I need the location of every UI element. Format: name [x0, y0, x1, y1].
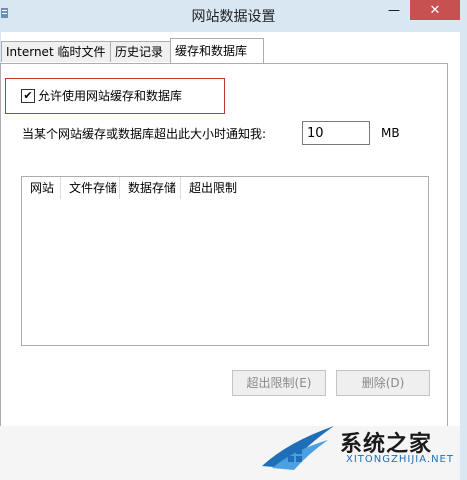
- logo-domain-text: XITONGZHIJIA.NET: [346, 454, 454, 465]
- tab-history[interactable]: 历史记录: [110, 41, 176, 62]
- delete-button[interactable]: 删除(D): [336, 370, 430, 396]
- column-header-file-storage[interactable]: 文件存储: [61, 177, 120, 199]
- notify-size-label: 当某个网站缓存或数据库超出此大小时通知我:: [22, 127, 267, 141]
- tab-strip: Internet 临时文件 历史记录 缓存和数据库: [0, 38, 460, 64]
- logo-mark-icon: [262, 426, 334, 470]
- checkmark-icon: ✔: [23, 89, 33, 102]
- window-border-right: [460, 20, 467, 480]
- tab-panel: ✔ 允许使用网站缓存和数据库 当某个网站缓存或数据库超出此大小时通知我: MB …: [0, 63, 448, 427]
- column-header-data-storage[interactable]: 数据存储: [120, 177, 181, 199]
- size-unit-label: MB: [381, 126, 400, 140]
- allow-cache-label: 允许使用网站缓存和数据库: [38, 89, 183, 103]
- allow-cache-checkbox[interactable]: ✔: [21, 89, 35, 103]
- title-bar: 网站数据设置 — ✕: [0, 0, 467, 32]
- minimize-icon: —: [388, 3, 400, 17]
- site-logo: 系统之家 XITONGZHIJIA.NET: [258, 418, 458, 480]
- column-header-over-limit[interactable]: 超出限制: [181, 177, 241, 199]
- tab-temporary-files[interactable]: Internet 临时文件: [1, 41, 113, 62]
- website-list[interactable]: 网站 文件存储 数据存储 超出限制: [21, 176, 429, 346]
- close-button[interactable]: ✕: [410, 0, 460, 20]
- close-icon: ✕: [429, 2, 441, 18]
- tab-cache-databases[interactable]: 缓存和数据库: [170, 38, 264, 63]
- over-limit-button[interactable]: 超出限制(E): [232, 370, 326, 396]
- minimize-button[interactable]: —: [380, 0, 408, 20]
- size-limit-input[interactable]: [302, 121, 370, 145]
- column-header-website[interactable]: 网站: [22, 177, 61, 199]
